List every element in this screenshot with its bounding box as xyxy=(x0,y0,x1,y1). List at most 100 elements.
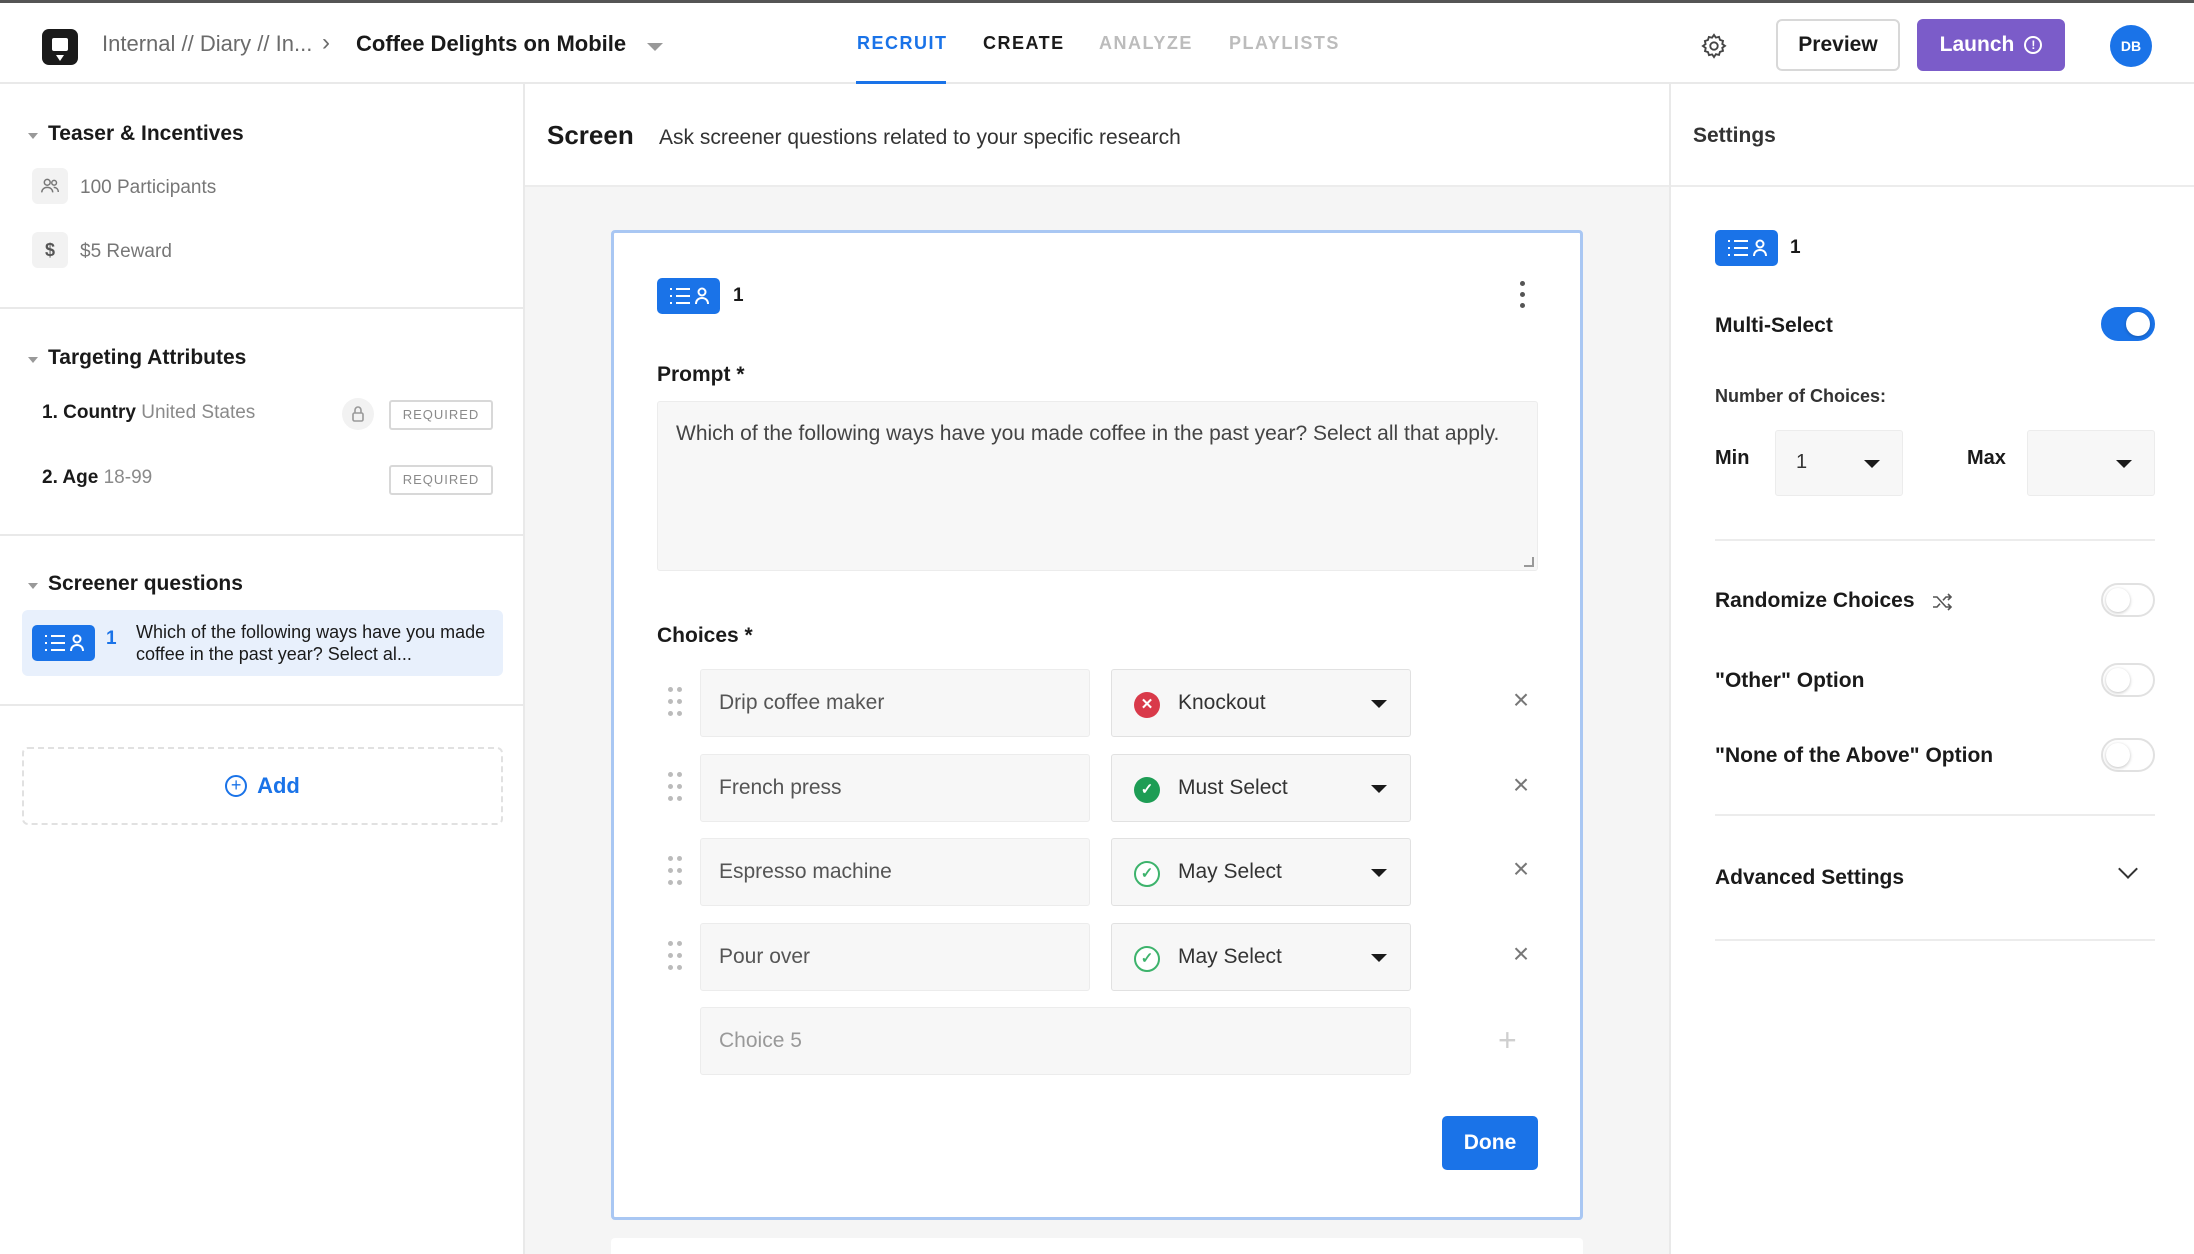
dropdown-caret-icon xyxy=(1371,785,1387,793)
tab-recruit[interactable]: RECRUIT xyxy=(857,33,948,54)
teaser-section-title[interactable]: Teaser & Incentives xyxy=(48,122,244,146)
collapse-caret-icon[interactable] xyxy=(28,357,38,363)
multi-select-question-icon xyxy=(1715,230,1778,266)
question-card: 1 Prompt * Which of the following ways h… xyxy=(611,230,1583,1220)
section-divider xyxy=(0,534,523,536)
attribute-value: United States xyxy=(141,402,256,423)
tab-playlists[interactable]: PLAYLISTS xyxy=(1229,33,1340,54)
check-outline-icon: ✓ xyxy=(1134,946,1160,972)
remove-choice-icon[interactable]: × xyxy=(1510,686,1532,714)
collapse-caret-icon[interactable] xyxy=(28,583,38,589)
required-badge: REQUIRED xyxy=(389,400,493,430)
targeting-section-title[interactable]: Targeting Attributes xyxy=(48,346,246,370)
choice-rule-select[interactable]: ✓ May Select xyxy=(1111,838,1411,906)
choice-row: Pour over ✓ May Select × xyxy=(614,923,1586,991)
done-button[interactable]: Done xyxy=(1442,1116,1538,1170)
prompt-label: Prompt * xyxy=(657,363,745,386)
knockout-icon: ✕ xyxy=(1134,692,1160,718)
dollar-icon: $ xyxy=(32,232,68,268)
page-description: Ask screener questions related to your s… xyxy=(659,126,1181,149)
screener-question-item[interactable]: 1 Which of the following ways have you m… xyxy=(22,610,503,676)
max-select[interactable] xyxy=(2027,430,2155,496)
prompt-text: Which of the following ways have you mad… xyxy=(676,422,1500,445)
more-options-icon[interactable] xyxy=(1520,281,1526,311)
plus-circle-icon: + xyxy=(225,775,248,797)
drag-handle-icon[interactable] xyxy=(668,856,682,888)
collapse-caret-icon[interactable] xyxy=(28,133,38,139)
participants-icon xyxy=(32,168,68,204)
chevron-down-icon[interactable] xyxy=(2118,859,2138,879)
settings-header: Settings xyxy=(1671,84,2194,187)
participants-count[interactable]: 100 Participants xyxy=(80,177,216,199)
targeting-attribute-age[interactable]: 2. Age 18-99 xyxy=(42,467,152,489)
drag-handle-icon[interactable] xyxy=(668,772,682,804)
choice-rule-value: Knockout xyxy=(1178,691,1266,714)
choice-rule-select[interactable]: ✓ May Select xyxy=(1111,923,1411,991)
max-label: Max xyxy=(1967,447,2006,469)
avatar[interactable]: DB xyxy=(2110,25,2152,67)
info-icon: ! xyxy=(2024,36,2043,54)
screener-section-title[interactable]: Screener questions xyxy=(48,572,243,596)
choice-rule-select[interactable]: ✕ Knockout xyxy=(1111,669,1411,737)
choice-row: Espresso machine ✓ May Select × xyxy=(614,838,1586,906)
dropdown-caret-icon xyxy=(1371,869,1387,877)
add-choice-plus-icon[interactable]: + xyxy=(1498,1024,1517,1056)
shuffle-icon xyxy=(1933,593,1953,611)
dropdown-caret-icon xyxy=(1371,700,1387,708)
settings-panel: Settings 1 Multi-Select Number of Choice… xyxy=(1669,84,2194,1254)
left-sidebar: Teaser & Incentives 100 Participants $ $… xyxy=(0,84,525,1254)
choice-row: Drip coffee maker ✕ Knockout × xyxy=(614,669,1586,737)
settings-divider xyxy=(1715,939,2155,941)
randomize-toggle[interactable] xyxy=(2101,583,2155,617)
app-logo[interactable] xyxy=(42,29,78,65)
remove-choice-icon[interactable]: × xyxy=(1510,940,1532,968)
remove-choice-icon[interactable]: × xyxy=(1510,771,1532,799)
targeting-attribute-country[interactable]: 1. Country United States xyxy=(42,402,255,424)
min-select[interactable]: 1 xyxy=(1775,430,1903,496)
choice-input[interactable]: Drip coffee maker xyxy=(700,669,1090,737)
check-outline-icon: ✓ xyxy=(1134,861,1160,887)
check-filled-icon: ✓ xyxy=(1134,777,1160,803)
prompt-textarea[interactable]: Which of the following ways have you mad… xyxy=(657,401,1538,571)
choice-rule-value: May Select xyxy=(1178,860,1282,883)
resize-handle-icon[interactable] xyxy=(1524,557,1534,567)
reward-amount[interactable]: $5 Reward xyxy=(80,241,172,263)
dropdown-caret-icon xyxy=(2116,460,2132,468)
drag-handle-icon[interactable] xyxy=(668,941,682,973)
attribute-label: 1. Country xyxy=(42,402,136,423)
choice-input[interactable]: Espresso machine xyxy=(700,838,1090,906)
choice-rule-select[interactable]: ✓ Must Select xyxy=(1111,754,1411,822)
launch-button-label: Launch xyxy=(1939,33,2015,56)
multi-select-question-icon xyxy=(32,625,95,661)
multi-select-toggle[interactable] xyxy=(2101,307,2155,341)
project-title[interactable]: Coffee Delights on Mobile xyxy=(356,31,626,57)
advanced-settings-label[interactable]: Advanced Settings xyxy=(1715,866,1904,890)
question-preview-text: Which of the following ways have you mad… xyxy=(136,622,486,664)
settings-title: Settings xyxy=(1693,124,1776,147)
drag-handle-icon[interactable] xyxy=(668,687,682,719)
choice-input[interactable]: French press xyxy=(700,754,1090,822)
other-option-toggle[interactable] xyxy=(2101,663,2155,697)
new-choice-input[interactable]: Choice 5 xyxy=(700,1007,1411,1075)
project-menu-caret-icon[interactable] xyxy=(647,43,663,51)
other-option-label: "Other" Option xyxy=(1715,669,1865,692)
remove-choice-icon[interactable]: × xyxy=(1510,855,1532,883)
breadcrumb-parent[interactable]: Internal // Diary // In... xyxy=(102,31,312,57)
tab-create[interactable]: CREATE xyxy=(983,33,1065,54)
main-editor: Screen Ask screener questions related to… xyxy=(525,84,1669,1254)
launch-button[interactable]: Launch ! xyxy=(1917,19,2065,71)
add-label: Add xyxy=(257,773,300,798)
section-divider xyxy=(0,704,523,706)
required-badge: REQUIRED xyxy=(389,465,493,495)
add-question-button[interactable]: + Add xyxy=(22,747,503,825)
preview-button[interactable]: Preview xyxy=(1776,19,1900,71)
number-of-choices-label: Number of Choices: xyxy=(1715,386,1887,406)
top-bar: Internal // Diary // In... › Coffee Deli… xyxy=(0,3,2194,84)
attribute-value: 18-99 xyxy=(103,467,153,488)
tab-analyze[interactable]: ANALYZE xyxy=(1099,33,1193,54)
lock-icon xyxy=(342,398,374,430)
gear-icon[interactable] xyxy=(1700,32,1728,60)
multi-select-label: Multi-Select xyxy=(1715,314,1833,337)
none-option-toggle[interactable] xyxy=(2101,738,2155,772)
choice-input[interactable]: Pour over xyxy=(700,923,1090,991)
